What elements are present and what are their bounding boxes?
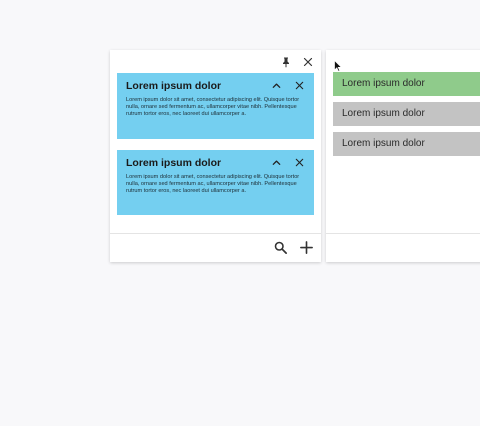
pin-icon[interactable] bbox=[279, 55, 293, 69]
close-icon[interactable] bbox=[301, 55, 315, 69]
left-panel-footer bbox=[110, 233, 321, 262]
list-item[interactable]: Lorem ipsum dolor bbox=[333, 132, 480, 156]
plus-icon[interactable] bbox=[298, 239, 314, 255]
card-body: Lorem ipsum dolor sit amet, consectetur … bbox=[126, 97, 300, 118]
mouse-cursor-icon bbox=[334, 60, 342, 72]
right-panel-footer bbox=[326, 233, 480, 262]
chevron-up-icon[interactable] bbox=[269, 78, 283, 92]
close-icon[interactable] bbox=[292, 155, 306, 169]
card-actions bbox=[269, 78, 306, 92]
card[interactable]: Lorem ipsum dolor Lorem ipsum dolor sit … bbox=[117, 150, 314, 215]
footer-actions bbox=[272, 239, 314, 255]
card-actions bbox=[269, 155, 306, 169]
list-item[interactable]: Lorem ipsum dolor bbox=[333, 72, 480, 96]
list-item[interactable]: Lorem ipsum dolor bbox=[333, 102, 480, 126]
search-icon[interactable] bbox=[272, 239, 288, 255]
left-panel-header bbox=[279, 55, 315, 69]
close-icon[interactable] bbox=[292, 78, 306, 92]
left-panel: Lorem ipsum dolor Lorem ipsum dolor sit … bbox=[110, 50, 321, 262]
card[interactable]: Lorem ipsum dolor Lorem ipsum dolor sit … bbox=[117, 73, 314, 139]
card-body: Lorem ipsum dolor sit amet, consectetur … bbox=[126, 174, 300, 195]
right-panel: Lorem ipsum dolor Lorem ipsum dolor Lore… bbox=[326, 50, 480, 262]
chevron-up-icon[interactable] bbox=[269, 155, 283, 169]
